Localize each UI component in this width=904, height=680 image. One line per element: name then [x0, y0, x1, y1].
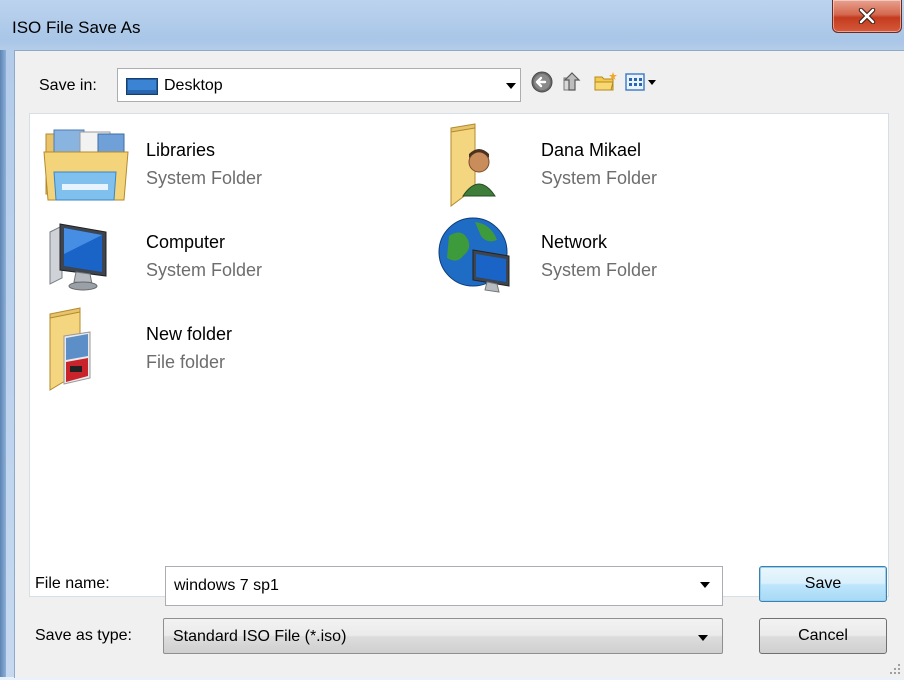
file-name-input[interactable]: windows 7 sp1 [165, 566, 723, 606]
window-title: ISO File Save As [12, 18, 141, 37]
save-as-type-value: Standard ISO File (*.iso) [173, 628, 347, 645]
item-type: System Folder [541, 168, 658, 188]
chevron-down-icon [698, 635, 708, 641]
file-list-view[interactable]: Libraries System Folder Dana Mikael Syst… [29, 113, 889, 597]
item-type: System Folder [146, 260, 263, 280]
list-item-computer[interactable]: Computer System Folder [40, 214, 420, 300]
resize-grip-icon[interactable] [889, 662, 901, 674]
dialog-client-area: Save in: Desktop Libraries System Folder… [14, 50, 904, 678]
network-icon [435, 214, 527, 300]
item-name: Computer [146, 232, 226, 252]
item-type: System Folder [541, 260, 658, 280]
back-button[interactable] [529, 71, 555, 97]
cancel-button[interactable]: Cancel [759, 618, 887, 654]
save-in-value: Desktop [164, 77, 223, 94]
list-item-dana-mikael[interactable]: Dana Mikael System Folder [435, 122, 815, 208]
libraries-icon [40, 122, 132, 208]
user-folder-icon [435, 122, 527, 208]
list-item-new-folder[interactable]: New folder File folder [40, 306, 420, 392]
desktop-icon [126, 78, 158, 95]
list-item-network[interactable]: Network System Folder [435, 214, 815, 300]
close-button[interactable] [832, 0, 902, 33]
item-name: Dana Mikael [541, 140, 642, 160]
file-name-label: File name: [35, 575, 110, 592]
window-frame-edge [0, 50, 6, 677]
item-name: Libraries [146, 140, 216, 160]
item-name: New folder [146, 324, 233, 344]
chevron-down-icon[interactable] [506, 83, 516, 89]
file-name-value: windows 7 sp1 [174, 577, 279, 594]
save-in-dropdown[interactable]: Desktop [117, 68, 521, 102]
up-folder-icon [560, 70, 584, 99]
views-menu-icon [624, 71, 662, 98]
computer-icon [40, 214, 132, 300]
new-folder-icon [593, 71, 619, 98]
save-as-type-dropdown[interactable]: Standard ISO File (*.iso) [163, 618, 723, 654]
item-type: System Folder [146, 168, 263, 188]
chevron-down-icon[interactable] [700, 582, 710, 588]
save-in-label: Save in: [39, 77, 97, 94]
up-folder-button[interactable] [559, 71, 585, 97]
views-menu-button[interactable] [623, 71, 663, 97]
save-button[interactable]: Save [759, 566, 887, 602]
back-icon [531, 71, 553, 98]
item-type: File folder [146, 352, 226, 372]
dialog-window: ISO File Save As Save in: Desktop Librar… [0, 0, 904, 678]
folder-icon [40, 306, 132, 392]
new-folder-button[interactable] [593, 71, 619, 97]
save-as-type-label: Save as type: [35, 627, 132, 644]
list-item-libraries[interactable]: Libraries System Folder [40, 122, 420, 208]
close-icon [858, 8, 876, 24]
item-name: Network [541, 232, 608, 252]
